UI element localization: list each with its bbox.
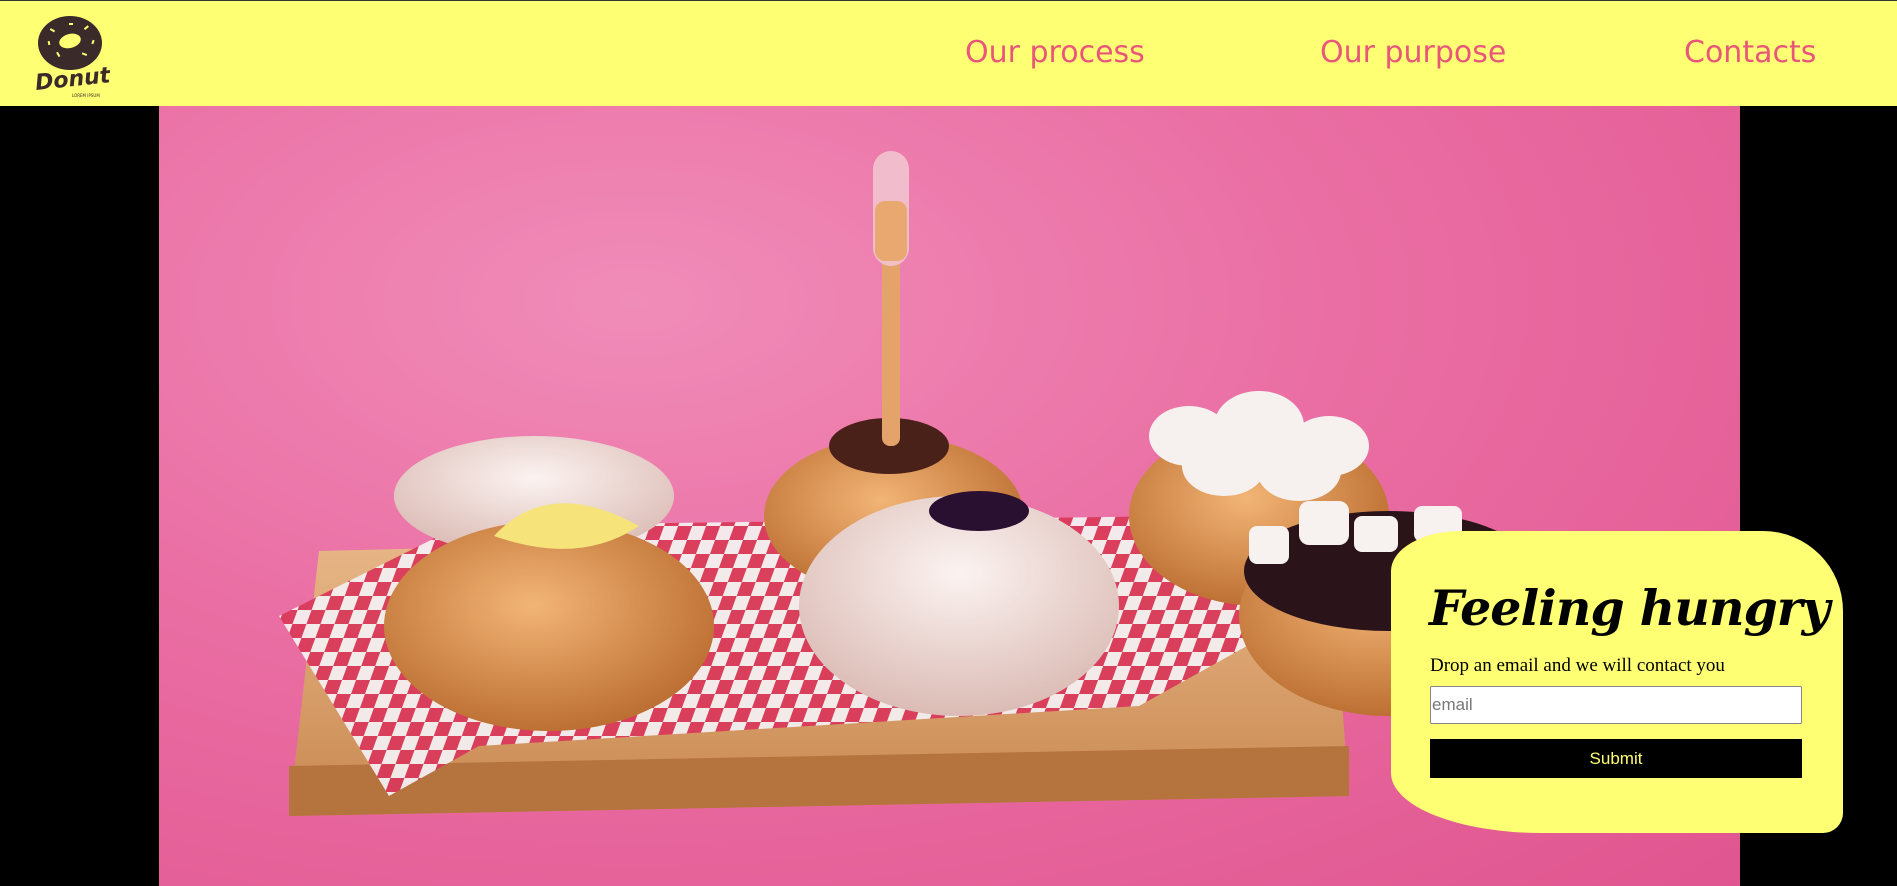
submit-button[interactable]: Submit [1430,739,1802,778]
donuts-logo[interactable]: Donuts LOREM IPSUM [34,9,124,101]
nav-contacts[interactable]: Contacts [1684,35,1816,70]
cream-donut [384,521,714,731]
logo-subtext: LOREM IPSUM [72,93,100,98]
email-input[interactable] [1430,686,1802,724]
card-title: Feeling hungry yet? [1429,579,1897,637]
card-subtitle: Drop an email and we will contact you [1430,655,1725,676]
nav-our-process[interactable]: Our process [965,35,1145,70]
logo-text: Donuts [34,62,110,96]
nav-our-purpose[interactable]: Our purpose [1320,35,1506,70]
contact-card: Feeling hungry yet? Drop an email and we… [1391,531,1897,833]
donut-logo-icon: Donuts LOREM IPSUM [34,16,124,98]
site-header: Donuts LOREM IPSUM Our process Our purpo… [0,0,1897,106]
